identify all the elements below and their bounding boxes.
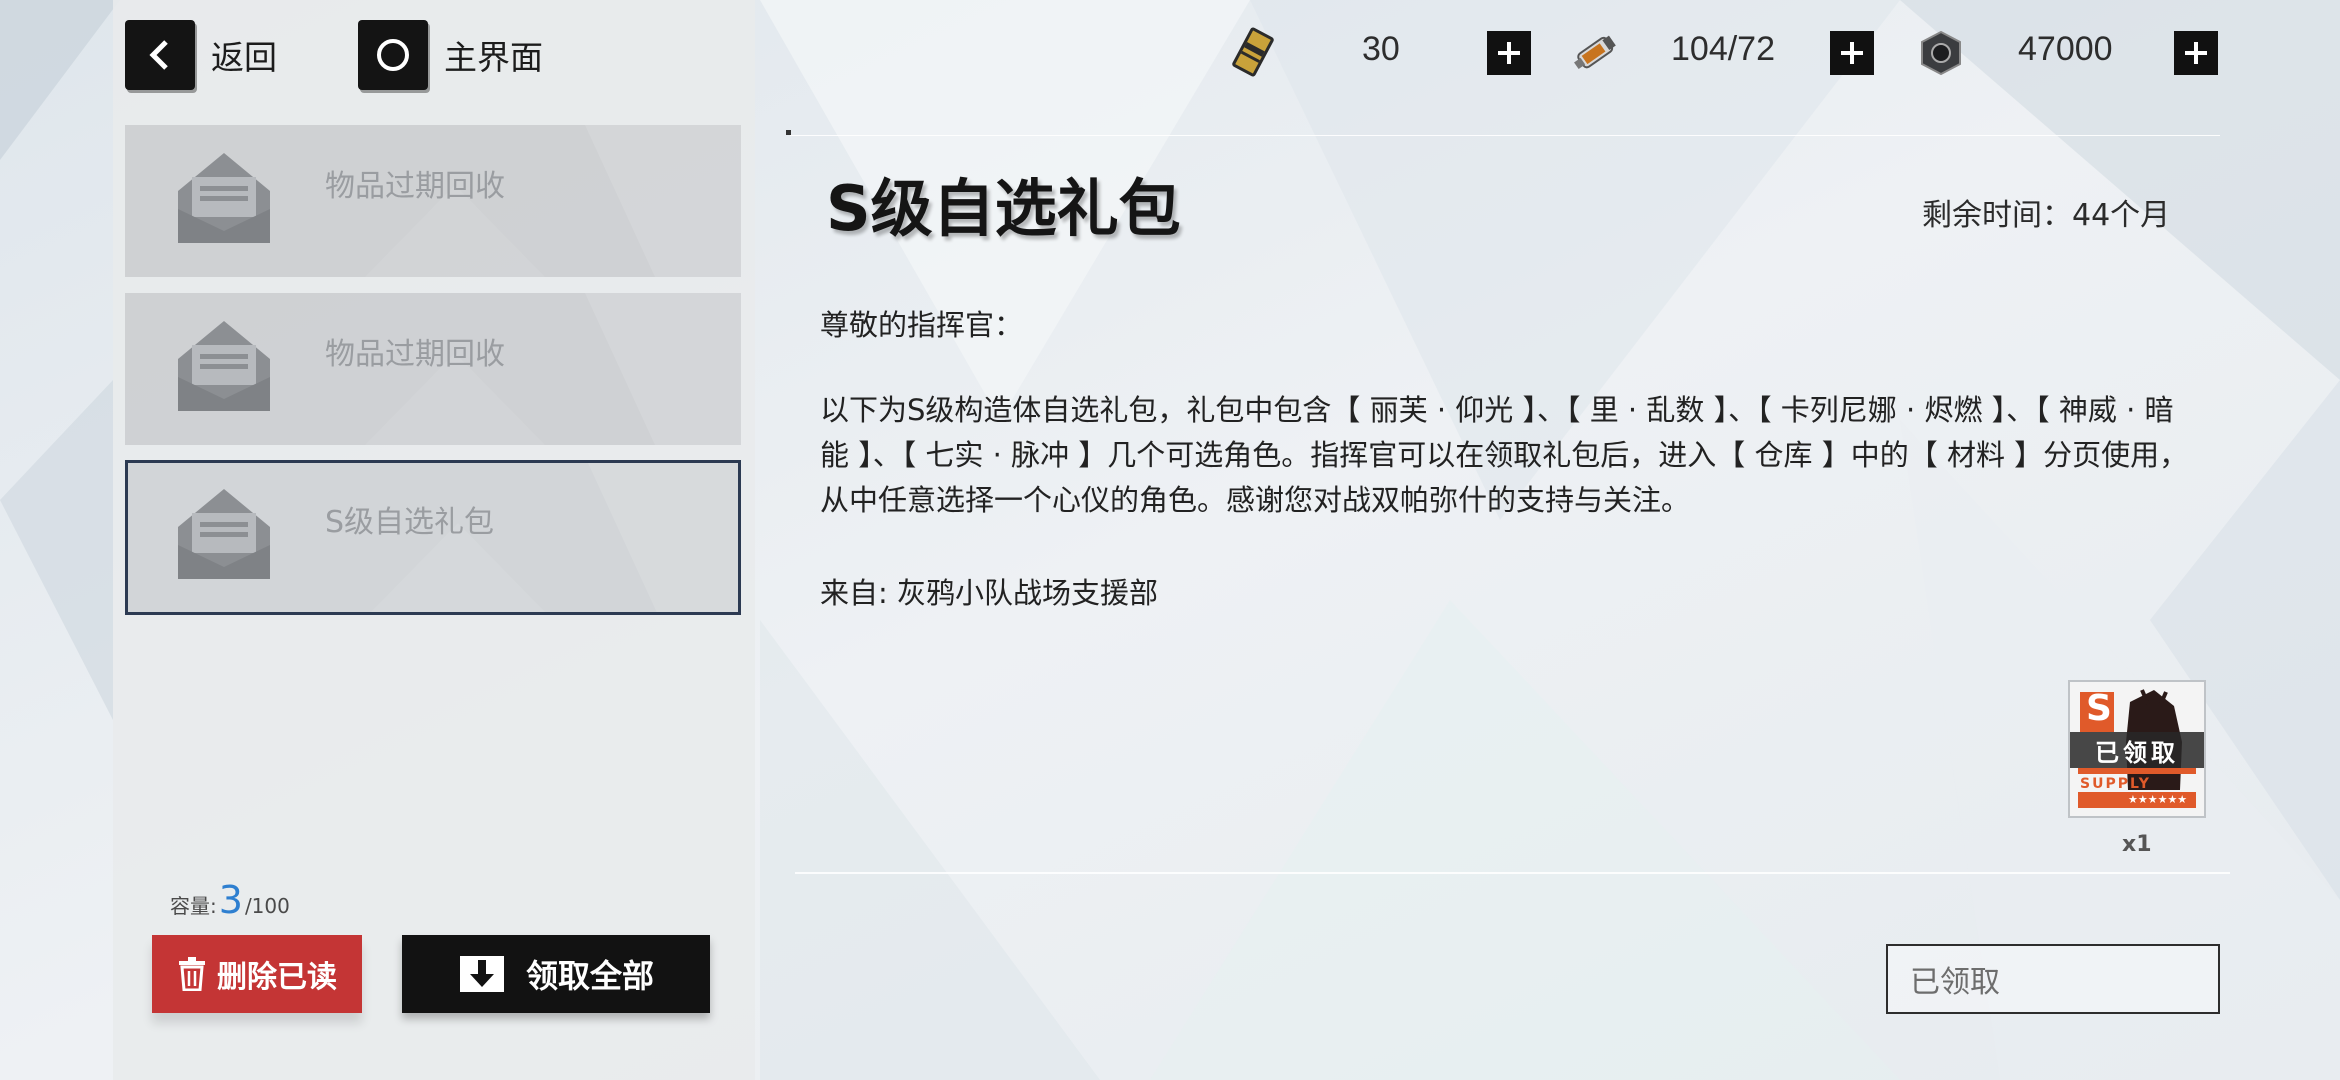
mail-item-title: 物品过期回收 bbox=[325, 337, 505, 372]
card-ticket-icon bbox=[1232, 27, 1274, 77]
mail-list-item-2[interactable]: 物品过期回收 bbox=[125, 293, 741, 445]
claimed-status-button[interactable]: 已领取 bbox=[1886, 944, 2220, 1014]
reward-brand: SUPPLY bbox=[2080, 776, 2151, 792]
envelope-open-icon bbox=[178, 321, 270, 411]
add-currency-1-button[interactable] bbox=[1487, 31, 1531, 75]
delete-read-button[interactable]: 删除已读 bbox=[152, 935, 362, 1013]
plus-icon bbox=[1841, 42, 1863, 64]
footer-divider bbox=[795, 872, 2230, 874]
reward-badge-letter: S bbox=[2086, 688, 2112, 729]
add-currency-2-button[interactable] bbox=[1830, 31, 1874, 75]
reward-count: x1 bbox=[2122, 832, 2152, 857]
mail-greeting: 尊敬的指挥官： bbox=[820, 308, 1024, 342]
claim-all-button[interactable]: 领取全部 bbox=[402, 935, 710, 1013]
mail-list-item-1[interactable]: 物品过期回收 bbox=[125, 125, 741, 277]
back-label: 返回 bbox=[211, 38, 277, 77]
claim-all-label: 领取全部 bbox=[525, 957, 654, 995]
home-label: 主界面 bbox=[444, 38, 543, 77]
plus-icon bbox=[2185, 42, 2207, 64]
capacity-label: 容量: bbox=[170, 894, 217, 918]
mail-item-title: S级自选礼包 bbox=[325, 505, 495, 540]
currency-value-1: 30 bbox=[1362, 30, 1400, 68]
back-button[interactable]: 返回 bbox=[125, 20, 277, 90]
remaining-time: 剩余时间：44个月 bbox=[1922, 198, 2171, 233]
mail-title: S级自选礼包 bbox=[826, 172, 1181, 245]
envelope-open-icon bbox=[178, 489, 270, 579]
chevron-left-icon bbox=[125, 20, 195, 90]
envelope-open-icon bbox=[178, 153, 270, 243]
reward-stars: ★★★★★★ bbox=[2128, 793, 2188, 806]
capacity-count: 3 bbox=[218, 878, 243, 922]
delete-read-label: 删除已读 bbox=[217, 960, 337, 995]
reward-item[interactable]: S SUPPLY ★★★★★★ 已领取 bbox=[2068, 680, 2206, 818]
circle-home-icon bbox=[358, 20, 428, 90]
capacity-max: /100 bbox=[244, 894, 290, 918]
trash-icon bbox=[179, 957, 205, 991]
add-currency-3-button[interactable] bbox=[2174, 31, 2218, 75]
mail-body: 以下为S级构造体自选礼包，礼包中包含【 丽芙 · 仰光 】、【 里 · 乱数 】… bbox=[820, 393, 2189, 517]
header-divider bbox=[790, 135, 2220, 136]
mail-sender: 来自: 灰鸦小队战场支援部 bbox=[820, 576, 1158, 610]
currency-value-2: 104/72 bbox=[1671, 30, 1775, 68]
currency-value-3: 47000 bbox=[2018, 30, 2113, 68]
home-button[interactable]: 主界面 bbox=[358, 20, 543, 90]
mail-capacity: 容量: 3 /100 bbox=[170, 878, 290, 922]
mail-item-title: 物品过期回收 bbox=[325, 169, 505, 204]
blood-vial-icon bbox=[1574, 35, 1616, 70]
reward-claimed-overlay: 已领取 bbox=[2070, 732, 2204, 768]
plus-icon bbox=[1498, 42, 1520, 64]
download-box-icon bbox=[459, 956, 504, 992]
hex-coin-icon bbox=[1921, 30, 1961, 76]
mail-list-item-3[interactable]: S级自选礼包 bbox=[125, 460, 741, 615]
